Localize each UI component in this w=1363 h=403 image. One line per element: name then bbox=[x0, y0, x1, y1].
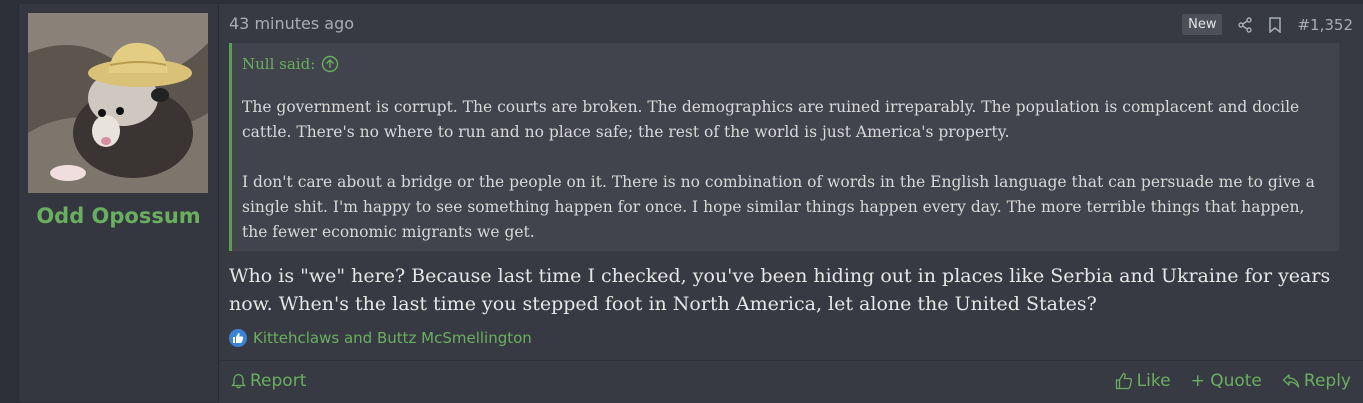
username[interactable]: Odd Opossum bbox=[19, 204, 218, 228]
reactions-bar[interactable]: Kittehclaws and Buttz McSmellington bbox=[229, 329, 532, 347]
share-icon[interactable] bbox=[1237, 16, 1253, 33]
like-button[interactable]: Like bbox=[1115, 371, 1171, 391]
post-footer: Report Like + Quote Reply bbox=[219, 360, 1363, 403]
quote-body: The government is corrupt. The courts ar… bbox=[242, 95, 1329, 270]
reply-icon bbox=[1282, 373, 1300, 389]
reply-button[interactable]: Reply bbox=[1282, 371, 1351, 391]
reaction-users[interactable]: Kittehclaws and Buttz McSmellington bbox=[253, 329, 532, 347]
quote-paragraph: The government is corrupt. The courts ar… bbox=[242, 98, 1300, 141]
quote-block: Null said: The government is corrupt. Th… bbox=[229, 43, 1339, 251]
bookmark-icon[interactable] bbox=[1268, 16, 1282, 33]
report-label: Report bbox=[250, 371, 307, 391]
thumbs-up-icon bbox=[1115, 372, 1133, 390]
thumbs-up-icon bbox=[229, 329, 247, 347]
forum-post: Odd Opossum 43 minutes ago New #1,352 Nu… bbox=[18, 4, 1363, 403]
user-cell: Odd Opossum bbox=[19, 4, 219, 402]
post-meta-actions: New #1,352 bbox=[1182, 14, 1353, 35]
post-number[interactable]: #1,352 bbox=[1297, 16, 1353, 34]
like-label: Like bbox=[1136, 371, 1171, 391]
quote-paragraph: I don't care about a bridge or the peopl… bbox=[242, 173, 1315, 241]
bell-icon bbox=[231, 373, 246, 389]
opossum-avatar-image bbox=[28, 13, 208, 193]
footer-actions: Like + Quote Reply bbox=[1115, 371, 1351, 391]
quote-header[interactable]: Null said: bbox=[242, 55, 339, 73]
reply-label: Reply bbox=[1303, 371, 1351, 391]
arrow-up-circle-icon[interactable] bbox=[321, 55, 339, 73]
post-message: Who is "we" here? Because last time I ch… bbox=[229, 265, 1331, 315]
post-main: 43 minutes ago New #1,352 Null said: The… bbox=[219, 4, 1363, 403]
report-button[interactable]: Report bbox=[231, 371, 306, 391]
new-badge: New bbox=[1182, 14, 1223, 35]
avatar[interactable] bbox=[28, 13, 208, 193]
quote-label: + Quote bbox=[1190, 371, 1262, 391]
quote-button[interactable]: + Quote bbox=[1191, 371, 1262, 391]
quote-author[interactable]: Null said: bbox=[242, 55, 315, 73]
post-timestamp[interactable]: 43 minutes ago bbox=[229, 14, 354, 33]
